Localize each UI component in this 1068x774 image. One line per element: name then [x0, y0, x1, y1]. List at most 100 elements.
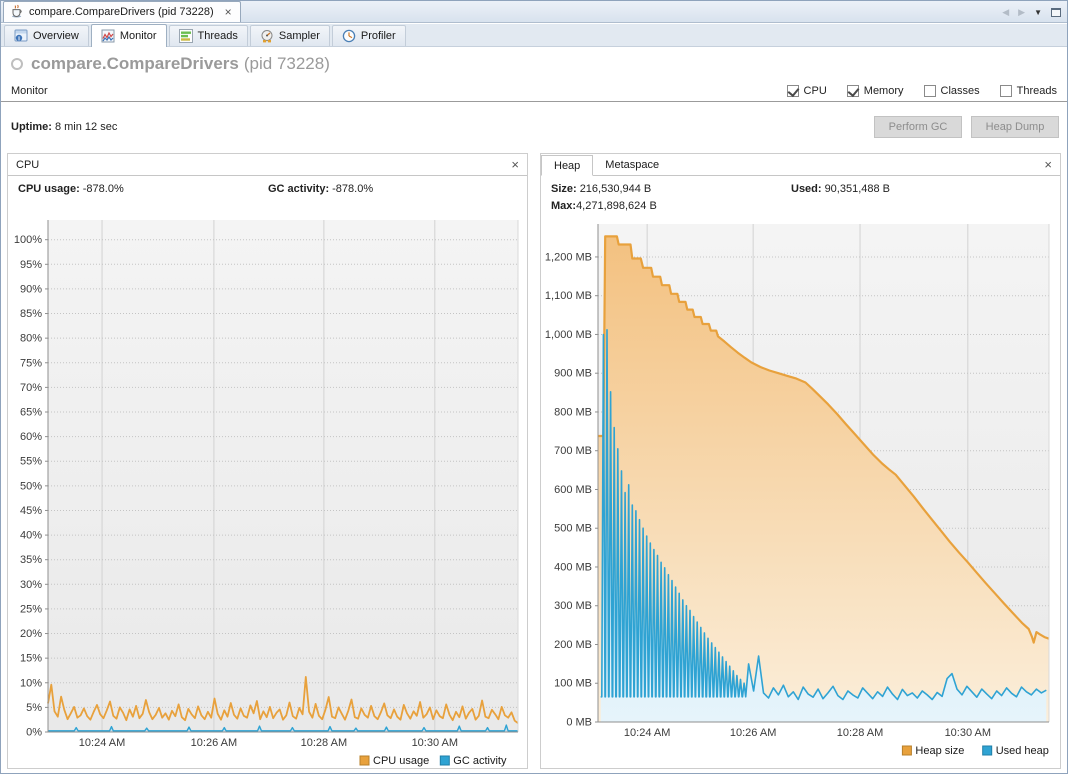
- checked-checkbox-icon[interactable]: [787, 85, 799, 97]
- checkbox-classes[interactable]: Classes: [924, 85, 980, 97]
- legend-swatch-gc-activity: [440, 756, 449, 765]
- app-pid-text: (pid 73228): [244, 54, 330, 74]
- svg-text:i: i: [18, 35, 20, 42]
- legend-swatch-heap-size: [902, 746, 911, 755]
- heap-ytick-label: 300 MB: [554, 600, 592, 612]
- heap-ytick-label: 0 MB: [566, 717, 592, 729]
- sampler-icon: [260, 29, 274, 43]
- heap-xtick-label: 10:28 AM: [837, 727, 883, 739]
- cpu-plot-area: [48, 220, 518, 732]
- tab-threads[interactable]: Threads: [169, 25, 248, 46]
- cpu-ytick-label: 10%: [20, 677, 42, 689]
- action-buttons: Perform GC Heap Dump: [865, 116, 1059, 138]
- uptime-label: Uptime:: [11, 121, 52, 133]
- cpu-ytick-label: 60%: [20, 431, 42, 443]
- window-nav-icons: ◀ ▶ ▼: [1002, 1, 1061, 23]
- cpu-ytick-label: 0%: [26, 727, 42, 739]
- threads-icon: [179, 29, 193, 43]
- tab-label: Monitor: [120, 30, 157, 42]
- heap-panel-close-icon[interactable]: ×: [1044, 157, 1052, 172]
- cpu-ytick-label: 40%: [20, 530, 42, 542]
- heap-ytick-label: 800 MB: [554, 406, 592, 418]
- heap-ytick-label: 600 MB: [554, 484, 592, 496]
- profiler-icon: [342, 29, 356, 43]
- heap-ytick-label: 400 MB: [554, 561, 592, 573]
- app-title-text: compare.CompareDrivers: [31, 54, 239, 74]
- heap-ytick-label: 200 MB: [554, 639, 592, 651]
- cpu-ytick-label: 70%: [20, 382, 42, 394]
- cpu-ytick-label: 5%: [26, 702, 42, 714]
- gc-activity-stat: GC activity:-878.0%: [268, 183, 373, 195]
- tab-list-dropdown-icon[interactable]: ▼: [1034, 8, 1042, 17]
- heap-dump-button[interactable]: Heap Dump: [971, 116, 1059, 138]
- heap-ytick-label: 1,000 MB: [545, 329, 592, 341]
- heap-ytick-label: 900 MB: [554, 368, 592, 380]
- unchecked-checkbox-icon[interactable]: [924, 85, 936, 97]
- tab-overview[interactable]: i Overview: [4, 25, 89, 46]
- monitor-checkboxes: CPU Memory Classes Threads: [787, 85, 1057, 97]
- tab-profiler[interactable]: Profiler: [332, 25, 406, 46]
- legend-swatch-used-heap: [983, 746, 992, 755]
- cpu-ytick-label: 15%: [20, 653, 42, 665]
- checkbox-threads[interactable]: Threads: [1000, 85, 1057, 97]
- cpu-ytick-label: 95%: [20, 259, 42, 271]
- legend-label: GC activity: [453, 755, 507, 767]
- cpu-xtick-label: 10:28 AM: [301, 737, 347, 749]
- checked-checkbox-icon[interactable]: [847, 85, 859, 97]
- checkbox-label: CPU: [804, 85, 827, 97]
- heap-xtick-label: 10:24 AM: [624, 727, 670, 739]
- page-title: compare.CompareDrivers (pid 73228): [11, 54, 330, 74]
- cpu-panel-close-icon[interactable]: ×: [511, 157, 519, 172]
- cpu-ytick-label: 20%: [20, 628, 42, 640]
- tab-metaspace[interactable]: Metaspace: [593, 155, 671, 176]
- chart-panels: CPU × CPU usage:-878.0% GC activity:-878…: [7, 153, 1061, 769]
- tab-label: Profiler: [361, 30, 396, 42]
- close-tab-icon[interactable]: ×: [225, 5, 232, 19]
- document-tab-label: compare.CompareDrivers (pid 73228): [29, 6, 214, 18]
- maximize-icon[interactable]: [1051, 8, 1061, 17]
- heap-panel: Heap Metaspace × Size:216,530,944 B Used…: [540, 153, 1061, 769]
- cpu-panel-title: CPU: [16, 159, 39, 171]
- document-tab[interactable]: compare.CompareDrivers (pid 73228) ×: [3, 1, 241, 22]
- tab-heap[interactable]: Heap: [541, 155, 593, 176]
- tab-label: Sampler: [279, 30, 320, 42]
- cpu-chart: 0%5%10%15%20%25%30%35%40%45%50%55%60%65%…: [8, 204, 528, 769]
- cpu-ytick-label: 85%: [20, 308, 42, 320]
- legend-label: CPU usage: [373, 755, 429, 767]
- tab-sampler[interactable]: Sampler: [250, 25, 330, 46]
- checkbox-cpu[interactable]: CPU: [787, 85, 827, 97]
- cpu-ytick-label: 30%: [20, 579, 42, 591]
- cpu-panel: CPU × CPU usage:-878.0% GC activity:-878…: [7, 153, 528, 769]
- legend-swatch-cpu-usage: [360, 756, 369, 765]
- nav-forward-icon[interactable]: ▶: [1018, 7, 1025, 18]
- monitor-toolbar: Monitor CPU Memory Classes Threads: [1, 81, 1067, 102]
- cpu-xtick-label: 10:30 AM: [412, 737, 458, 749]
- monitor-toolbar-label: Monitor: [11, 85, 48, 97]
- uptime-value: 8 min 12 sec: [55, 121, 117, 133]
- cpu-ytick-label: 80%: [20, 333, 42, 345]
- legend-label: Heap size: [915, 745, 964, 757]
- checkbox-memory[interactable]: Memory: [847, 85, 904, 97]
- unchecked-checkbox-icon[interactable]: [1000, 85, 1012, 97]
- nav-back-icon[interactable]: ◀: [1002, 7, 1009, 18]
- app-status-icon: [11, 58, 23, 70]
- heap-ytick-label: 1,200 MB: [545, 251, 592, 263]
- heap-ytick-label: 700 MB: [554, 445, 592, 457]
- perform-gc-button[interactable]: Perform GC: [874, 116, 962, 138]
- java-app-icon: [10, 4, 24, 21]
- uptime: Uptime:8 min 12 sec: [11, 121, 117, 133]
- status-row: Uptime:8 min 12 sec Perform GC Heap Dump: [11, 113, 1059, 141]
- heap-max-stat: Max:4,271,898,624 B: [551, 200, 657, 212]
- tab-monitor[interactable]: Monitor: [91, 24, 167, 47]
- heap-xtick-label: 10:26 AM: [730, 727, 776, 739]
- heap-ytick-label: 100 MB: [554, 678, 592, 690]
- visualvm-window: compare.CompareDrivers (pid 73228) × ◀ ▶…: [0, 0, 1068, 774]
- document-tab-bar: compare.CompareDrivers (pid 73228) × ◀ ▶…: [1, 1, 1067, 23]
- heap-ytick-label: 1,100 MB: [545, 290, 592, 302]
- cpu-ytick-label: 45%: [20, 505, 42, 517]
- tab-label: Overview: [33, 30, 79, 42]
- cpu-ytick-label: 100%: [14, 234, 42, 246]
- heap-stats: Size:216,530,944 B Used:90,351,488 B Max…: [541, 176, 1060, 216]
- tab-label: Threads: [198, 30, 238, 42]
- cpu-ytick-label: 90%: [20, 283, 42, 295]
